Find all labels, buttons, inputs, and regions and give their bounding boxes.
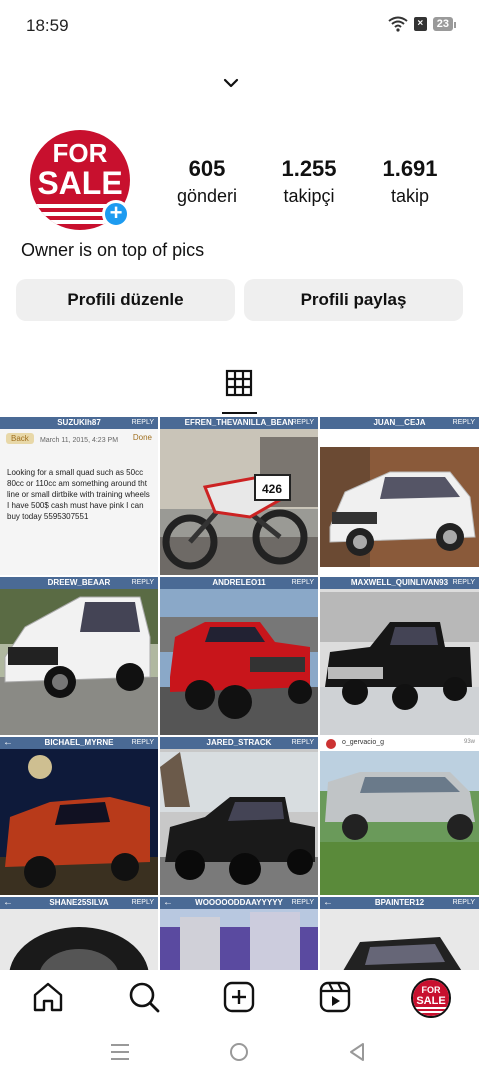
back-arrow-icon: ← [3,737,13,748]
chevron-down-icon[interactable] [222,76,240,90]
post-time: 93w [463,739,475,745]
tile-reply: REPLY [131,739,154,746]
note-done: Done [132,433,152,442]
status-bar: 18:59 × 23 [0,0,479,52]
back-triangle-icon[interactable] [348,1042,366,1062]
avatar [326,739,336,749]
search-icon[interactable] [127,980,161,1014]
svg-text:426: 426 [262,482,282,496]
logo-line1: FOR [53,138,108,168]
post-tile[interactable]: o_gervacio_g 93w [320,737,479,895]
back-arrow-icon: ← [3,897,13,908]
followers-count: 1.255 [281,156,337,181]
post-tile[interactable]: SHANE25SILVA REPLY ← [0,897,158,970]
following-label: takip [390,186,430,206]
home-icon[interactable] [31,980,65,1014]
note-text: Looking for a small quad such as 50cc 80… [7,468,150,521]
tile-reply: REPLY [291,419,314,426]
tile-username: o_gervacio_g [342,739,385,746]
nav-logo-line2: SALE [416,995,445,1007]
followers-label: takipçi [283,186,335,206]
bottom-nav: FOR SALE [0,970,479,1026]
post-tile[interactable]: BICHAEL_MYRNE REPLY ← [0,737,158,895]
tile-reply: REPLY [291,899,314,906]
tile-reply: REPLY [131,899,154,906]
post-tile[interactable]: BPAINTER12 REPLY ← [320,897,479,970]
posts-stat[interactable]: 605 gönderi [171,156,243,207]
followers-stat[interactable]: 1.255 takipçi [272,156,346,207]
circle-home-icon[interactable] [229,1042,249,1062]
profile-avatar[interactable]: FOR SALE + [30,130,130,230]
nav-logo-line1: FOR [422,985,441,995]
post-grid: SUZUKIh87 REPLY Back March 11, 2015, 4:2… [0,417,479,970]
posts-count: 605 [188,156,226,181]
profile-tab-avatar[interactable]: FOR SALE [411,978,451,1018]
status-time: 18:59 [26,16,69,35]
back-arrow-icon: ← [323,897,333,908]
notification-x-icon: × [413,17,427,31]
tile-reply: REPLY [131,419,154,426]
post-tile[interactable]: JUAN__CEJA REPLY [320,417,479,575]
back-arrow-icon: ← [163,897,173,908]
following-stat[interactable]: 1.691 takip [376,156,444,207]
tile-reply: REPLY [452,419,475,426]
menu-icon[interactable] [110,1043,130,1061]
post-tile[interactable]: DREEW_BEAAR REPLY [0,577,158,735]
post-tile[interactable]: ANDRELEO11 REPLY [160,577,318,735]
battery-indicator: 23 [432,17,457,31]
post-tile[interactable]: JARED_STRACK REPLY [160,737,318,895]
share-profile-button[interactable]: Profili paylaş [244,279,463,321]
wifi-icon [388,16,408,32]
reels-icon[interactable] [318,980,352,1014]
active-tab-indicator [222,412,257,414]
post-tile[interactable]: SUZUKIh87 REPLY Back March 11, 2015, 4:2… [0,417,158,575]
posts-label: gönderi [176,186,238,206]
post-tile[interactable]: MAXWELL_QUINLIVAN93 REPLY [320,577,479,735]
edit-profile-button[interactable]: Profili düzenle [16,279,235,321]
create-icon[interactable] [222,980,256,1014]
tile-reply: REPLY [452,579,475,586]
following-count: 1.691 [382,156,438,181]
tile-reply: REPLY [291,739,314,746]
tile-reply: REPLY [131,579,154,586]
status-icons: × 23 [388,16,457,32]
post-tile[interactable]: WOOOOODDAAYYYYY REPLY ← [160,897,318,970]
profile-bio: Owner is on top of pics [21,240,205,260]
post-tile[interactable]: 426 EFREN_THEVANILLA_BEAN REPLY [160,417,318,575]
add-story-button[interactable]: + [102,200,130,228]
system-nav [0,1026,479,1080]
logo-line2: SALE [37,165,122,201]
grid-icon[interactable] [224,368,254,398]
tile-reply: REPLY [291,579,314,586]
tile-reply: REPLY [452,899,475,906]
